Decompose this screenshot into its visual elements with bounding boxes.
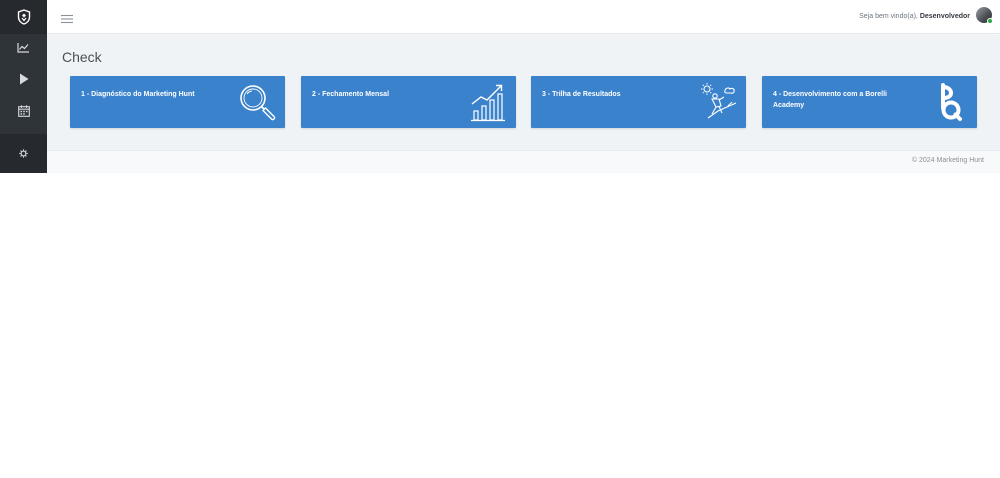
- top-navbar: Seja bem vindo(a), Desenvolvedor: [47, 0, 1000, 34]
- shield-logo-icon[interactable]: [0, 0, 47, 34]
- online-status-dot: [987, 18, 993, 24]
- magnifier-icon: [240, 85, 276, 121]
- main-content: Check 1 - Diagnóstico do Marketing Hunt …: [47, 35, 1000, 150]
- welcome-message: Seja bem vindo(a), Desenvolvedor: [859, 11, 970, 23]
- settings-button[interactable]: [0, 134, 47, 173]
- card-borelli-academy[interactable]: 4 - Desenvolvimento com a Borelli Academ…: [762, 76, 977, 128]
- avatar[interactable]: [976, 7, 993, 24]
- sidebar-item-videos[interactable]: [0, 63, 47, 95]
- climber-icon: [701, 83, 737, 119]
- footer: © 2024 Marketing Hunt: [47, 150, 1000, 173]
- menu-toggle-button[interactable]: [61, 11, 75, 24]
- page-title: Check: [62, 49, 102, 65]
- card-label: 1 - Diagnóstico do Marketing Hunt: [81, 91, 195, 98]
- card-label: 3 - Trilha de Resultados: [542, 91, 621, 98]
- borelli-logo-icon: [941, 83, 962, 121]
- chart-line-icon: [17, 42, 29, 53]
- calendar-icon: [17, 105, 30, 117]
- copyright-text: © 2024 Marketing Hunt: [911, 157, 984, 164]
- user-name[interactable]: Desenvolvedor: [920, 13, 970, 20]
- welcome-text: Seja bem vindo(a),: [859, 13, 920, 20]
- gear-icon: [19, 149, 28, 158]
- sidebar: [0, 0, 47, 173]
- hamburger-icon: [61, 14, 73, 24]
- card-label: 4 - Desenvolvimento com a Borelli Academ…: [773, 91, 887, 109]
- card-trilha-resultados[interactable]: 3 - Trilha de Resultados: [531, 76, 746, 128]
- card-diagnostico[interactable]: 1 - Diagnóstico do Marketing Hunt: [70, 76, 285, 128]
- sidebar-item-calendar[interactable]: [0, 95, 47, 127]
- growth-chart-icon: [471, 84, 505, 122]
- app-shell: Seja bem vindo(a), Desenvolvedor Check 1…: [0, 0, 1000, 173]
- card-fechamento-mensal[interactable]: 2 - Fechamento Mensal: [301, 76, 516, 128]
- card-label: 2 - Fechamento Mensal: [312, 91, 390, 98]
- play-icon: [19, 73, 28, 85]
- sidebar-item-dashboard[interactable]: [0, 31, 47, 63]
